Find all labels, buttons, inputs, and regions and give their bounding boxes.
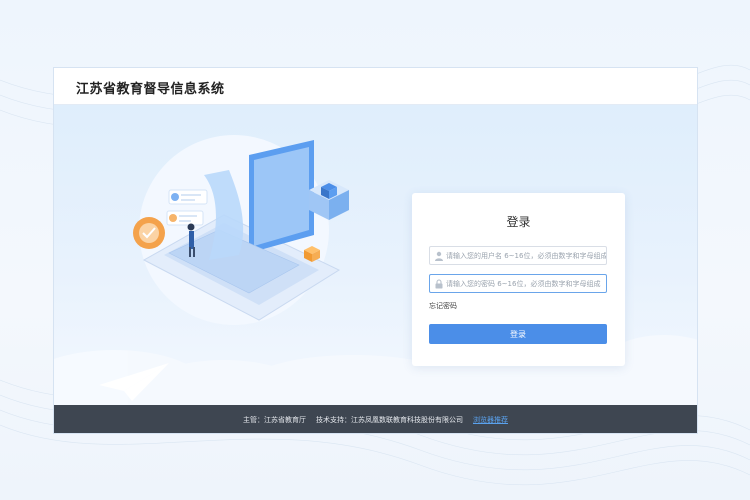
username-field[interactable] — [429, 246, 607, 265]
browser-recommend-link[interactable]: 浏览器推荐 — [473, 415, 508, 425]
site-title: 江苏省教育督导信息系统 — [76, 82, 225, 97]
app-window: 江苏省教育督导信息系统 登录 请输入您的用户名 6~16位，必须由数字和字母组成… — [53, 67, 698, 434]
header-bar: 江苏省教育督导信息系统 — [54, 68, 697, 105]
username-input[interactable] — [446, 247, 606, 264]
login-button[interactable]: 登录 — [429, 324, 607, 344]
login-card: 登录 忘记密码 登录 — [412, 193, 625, 366]
password-field[interactable] — [429, 274, 607, 293]
lock-icon — [435, 279, 443, 289]
login-title: 登录 — [506, 215, 531, 229]
user-icon — [435, 251, 443, 261]
footer-sponsor: 主管：江苏省教育厅 — [243, 416, 306, 424]
footer-tech-support: 技术支持：江苏凤凰数联教育科技股份有限公司 — [316, 416, 463, 424]
password-input[interactable] — [446, 275, 606, 292]
forgot-password-link[interactable]: 忘记密码 — [429, 301, 457, 311]
login-stage: 登录 忘记密码 登录 — [54, 105, 697, 405]
workspace-illustration — [133, 135, 349, 325]
footer-bar: 主管：江苏省教育厅 技术支持：江苏凤凰数联教育科技股份有限公司 浏览器推荐 — [54, 405, 697, 433]
